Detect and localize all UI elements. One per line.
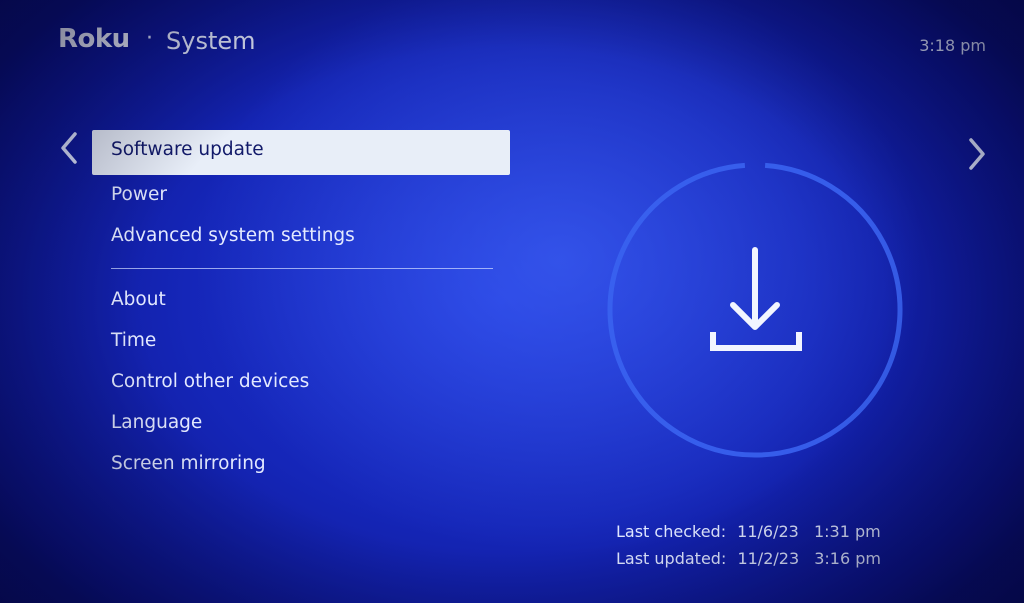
last-checked-date: 11/6/23 [737, 522, 799, 541]
chevron-right-icon[interactable] [963, 134, 993, 174]
last-updated-label: Last updated: [616, 549, 727, 568]
last-updated-row: Last updated: 11/2/23 3:16 pm [616, 545, 881, 572]
clock: 3:18 pm [919, 36, 986, 55]
software-update-graphic [607, 162, 903, 458]
download-icon [710, 247, 802, 351]
update-status: Last checked: 11/6/23 1:31 pm Last updat… [616, 518, 881, 572]
roku-logo: Roku [58, 24, 130, 54]
menu-item-time[interactable]: Time [92, 321, 510, 362]
title-separator: · [146, 26, 153, 51]
menu-item-software-update[interactable]: Software update [92, 130, 510, 175]
menu-item-advanced-system-settings[interactable]: Advanced system settings [92, 216, 510, 257]
last-checked-row: Last checked: 11/6/23 1:31 pm [616, 518, 881, 545]
menu-item-control-other-devices[interactable]: Control other devices [92, 362, 510, 403]
settings-menu: Software update Power Advanced system se… [92, 130, 510, 485]
menu-item-language[interactable]: Language [92, 403, 510, 444]
last-updated-date: 11/2/23 [737, 549, 800, 568]
menu-item-about[interactable]: About [92, 280, 510, 321]
last-checked-time: 1:31 pm [813, 522, 881, 541]
chevron-left-icon[interactable] [55, 128, 85, 168]
page-title: System [166, 27, 256, 55]
menu-item-screen-mirroring[interactable]: Screen mirroring [92, 444, 510, 485]
menu-item-power[interactable]: Power [92, 175, 510, 216]
last-checked-label: Last checked: [616, 522, 727, 541]
last-updated-time: 3:16 pm [814, 549, 881, 568]
menu-divider [111, 268, 493, 269]
system-settings-screen: Roku · System 3:18 pm Software update Po… [0, 0, 1024, 603]
